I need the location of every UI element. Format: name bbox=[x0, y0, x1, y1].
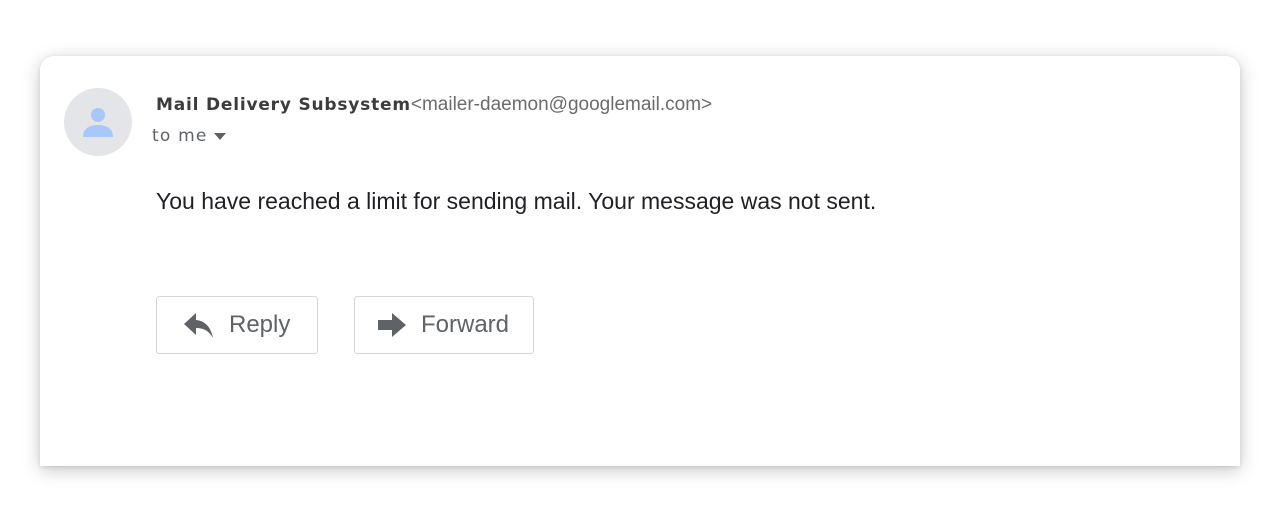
reply-arrow-icon bbox=[183, 311, 215, 339]
forward-label: Forward bbox=[421, 311, 510, 338]
reply-button[interactable]: Reply bbox=[156, 296, 318, 354]
sender-email: <mailer-daemon@googlemail.com> bbox=[410, 94, 713, 115]
sender-line: Mail Delivery Subsystem<mailer-daemon@go… bbox=[156, 94, 712, 116]
caret-down-icon[interactable] bbox=[213, 133, 226, 141]
reply-label: Reply bbox=[229, 311, 291, 338]
recipient-text: to me bbox=[152, 126, 208, 146]
message-body: You have reached a limit for sending mai… bbox=[156, 188, 877, 214]
email-message-card: Mail Delivery Subsystem<mailer-daemon@go… bbox=[40, 56, 1240, 466]
sender-name: Mail Delivery Subsystem bbox=[156, 95, 411, 115]
person-icon bbox=[83, 108, 113, 137]
forward-arrow-icon bbox=[377, 311, 407, 339]
forward-button[interactable]: Forward bbox=[354, 296, 534, 354]
recipient-details-toggle[interactable]: to me bbox=[152, 126, 226, 146]
sender-avatar bbox=[64, 88, 132, 156]
